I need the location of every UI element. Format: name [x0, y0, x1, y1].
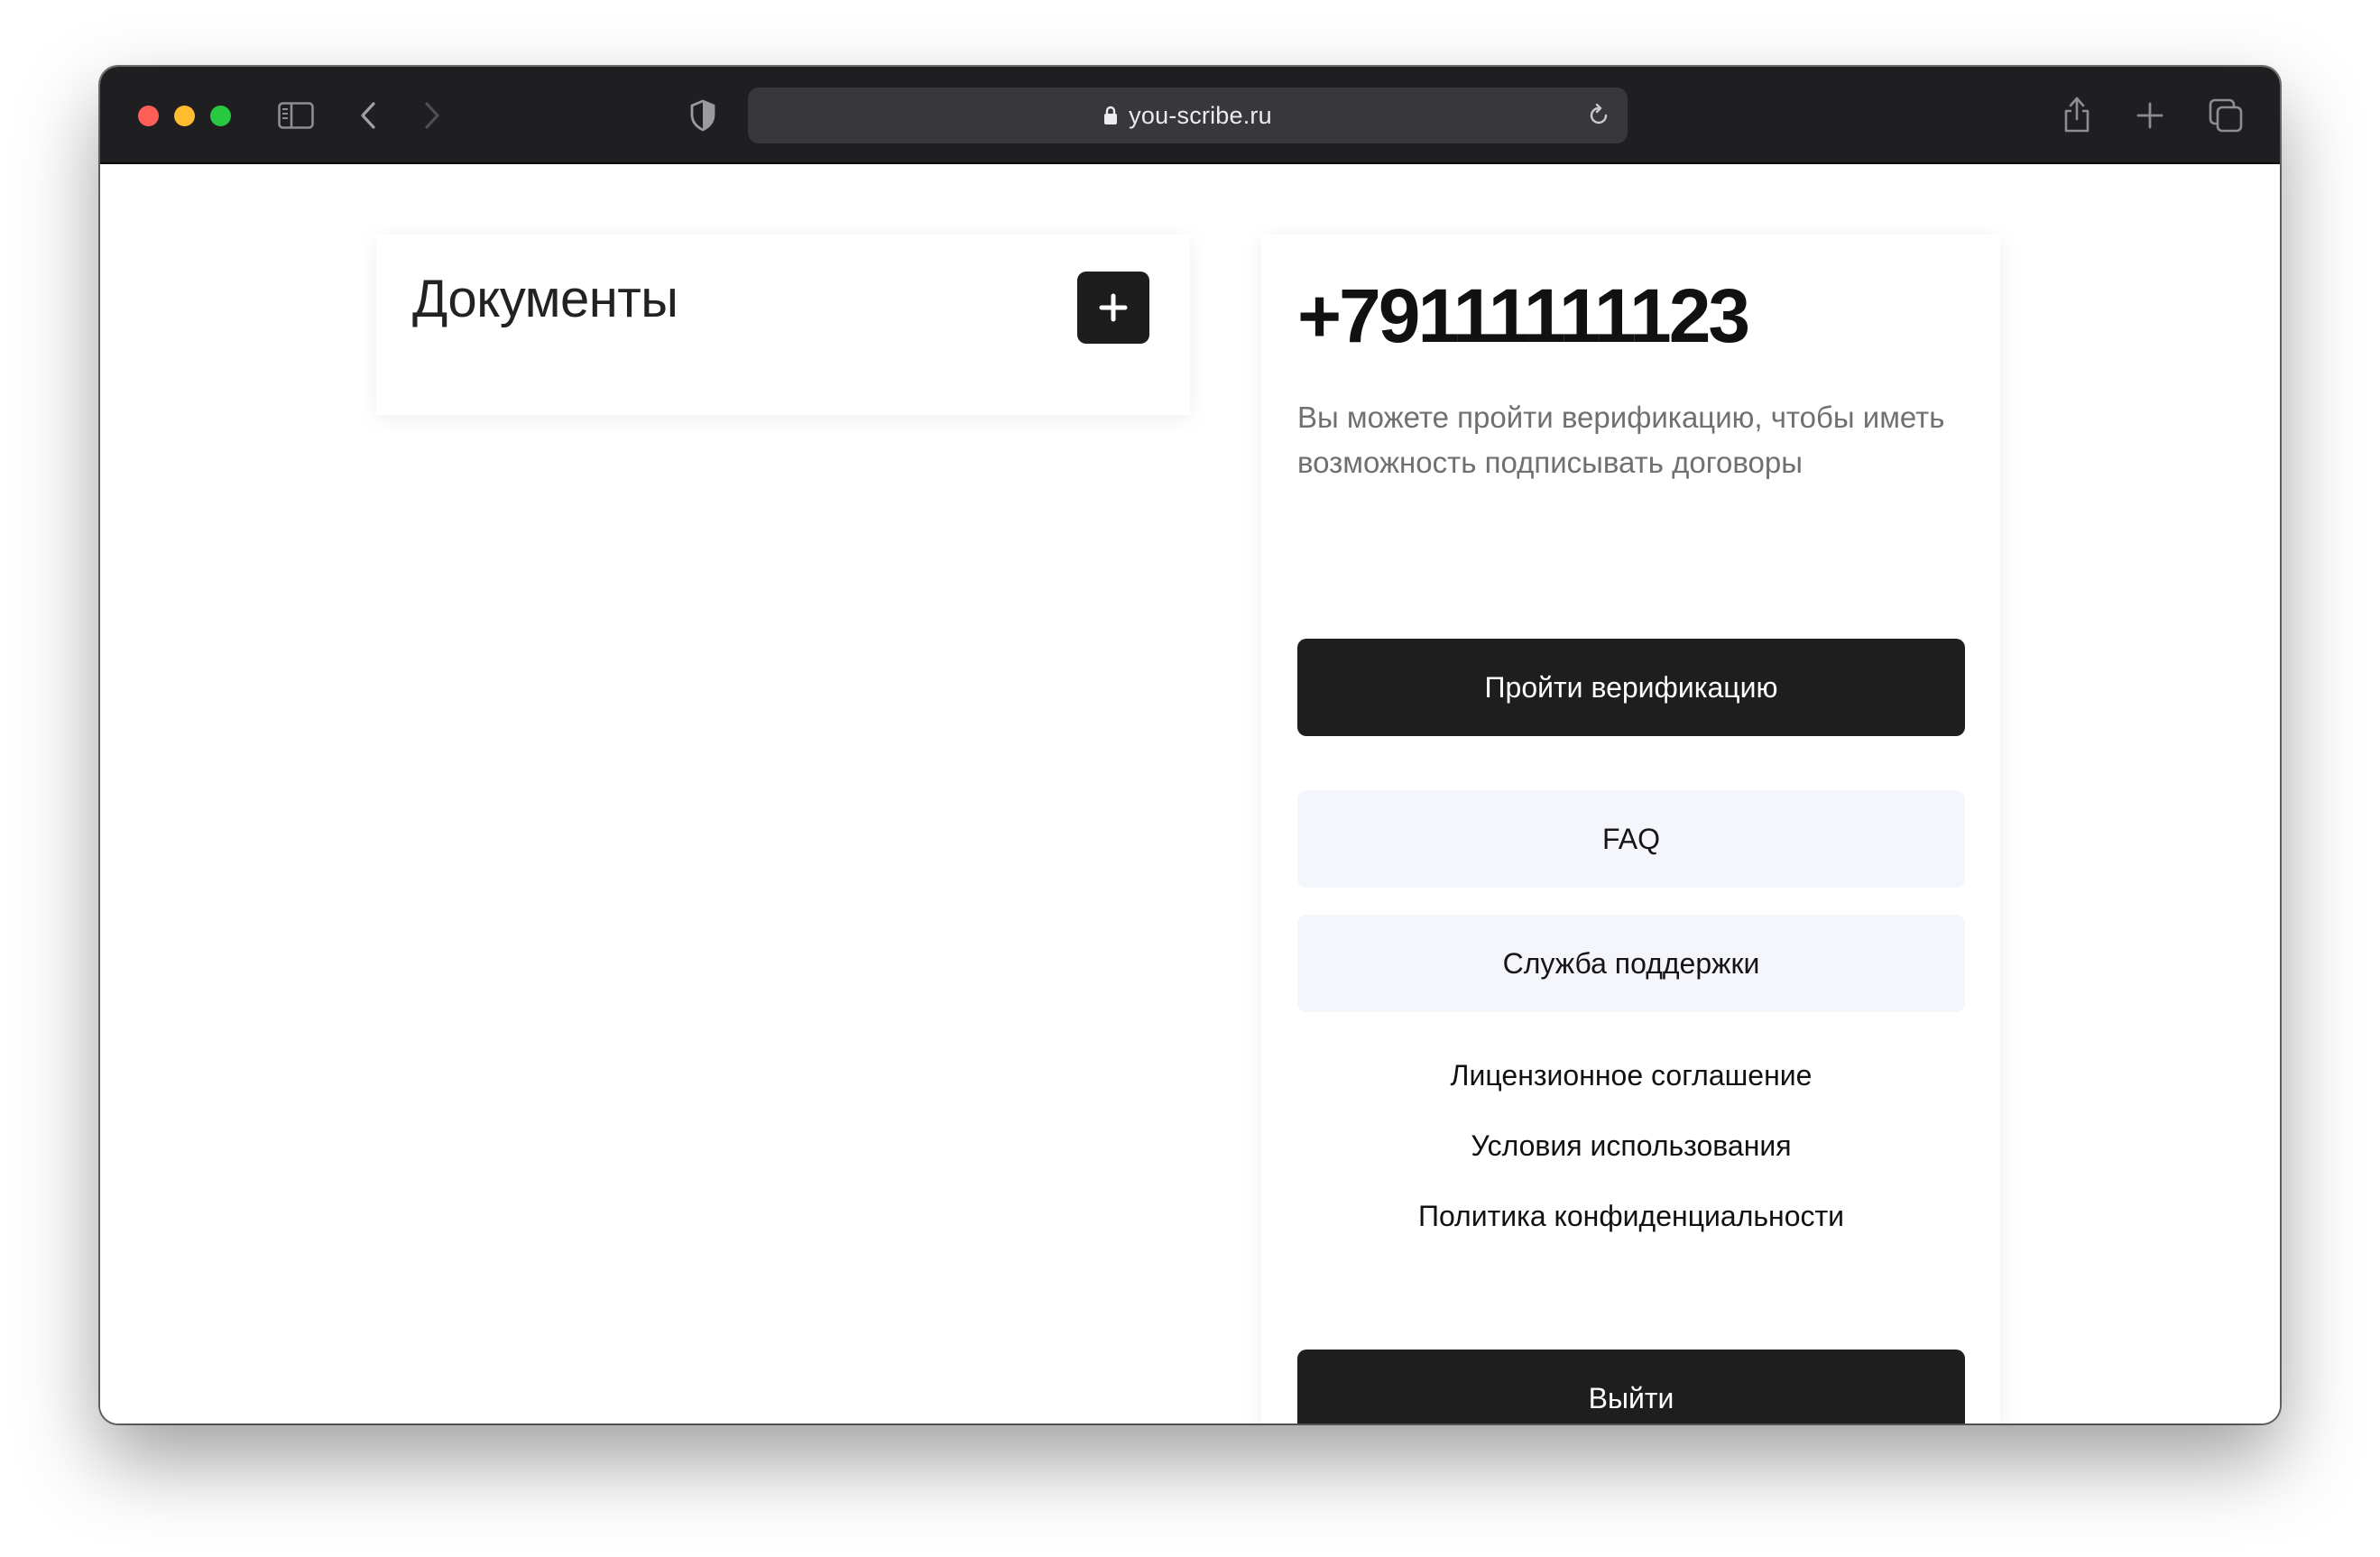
support-button[interactable]: Служба поддержки [1297, 915, 1965, 1012]
terms-of-use-link[interactable]: Условия использования [1297, 1129, 1965, 1163]
lock-icon [1104, 106, 1118, 124]
browser-window: you-scribe.ru Документы +79111111123 Вы … [100, 67, 2280, 1423]
tabs-overview-icon[interactable] [2209, 98, 2243, 133]
verification-description: Вы можете пройти верификацию, чтобы имет… [1297, 401, 1945, 479]
plus-icon [1099, 293, 1128, 322]
forward-arrow-icon[interactable] [422, 101, 442, 130]
share-icon[interactable] [2062, 96, 2092, 134]
page-content: Документы +79111111123 Вы можете пройти … [100, 164, 2280, 1423]
address-bar[interactable]: you-scribe.ru [748, 88, 1628, 143]
plus-icon[interactable] [2136, 101, 2164, 130]
add-document-button[interactable] [1077, 272, 1149, 344]
logout-button[interactable]: Выйти [1297, 1350, 1965, 1423]
license-agreement-link[interactable]: Лицензионное соглашение [1297, 1059, 1965, 1092]
zoom-window-button[interactable] [210, 106, 231, 126]
privacy-policy-link[interactable]: Политика конфиденциальности [1297, 1200, 1965, 1233]
verify-button[interactable]: Пройти верификацию [1297, 639, 1965, 736]
reload-icon[interactable] [1587, 104, 1610, 127]
shield-icon[interactable] [689, 99, 716, 132]
sidebar-toggle-icon[interactable] [278, 102, 314, 129]
close-window-button[interactable] [138, 106, 159, 126]
documents-card: Документы [376, 235, 1190, 415]
back-arrow-icon[interactable] [358, 101, 378, 130]
faq-button[interactable]: FAQ [1297, 790, 1965, 888]
browser-toolbar: you-scribe.ru [100, 67, 2280, 164]
phone-number: +79111111123 [1297, 273, 1750, 358]
documents-title: Документы [412, 270, 678, 328]
profile-card: +79111111123 Вы можете пройти верификаци… [1261, 235, 2000, 1423]
minimize-window-button[interactable] [174, 106, 195, 126]
url-text: you-scribe.ru [1129, 102, 1272, 129]
